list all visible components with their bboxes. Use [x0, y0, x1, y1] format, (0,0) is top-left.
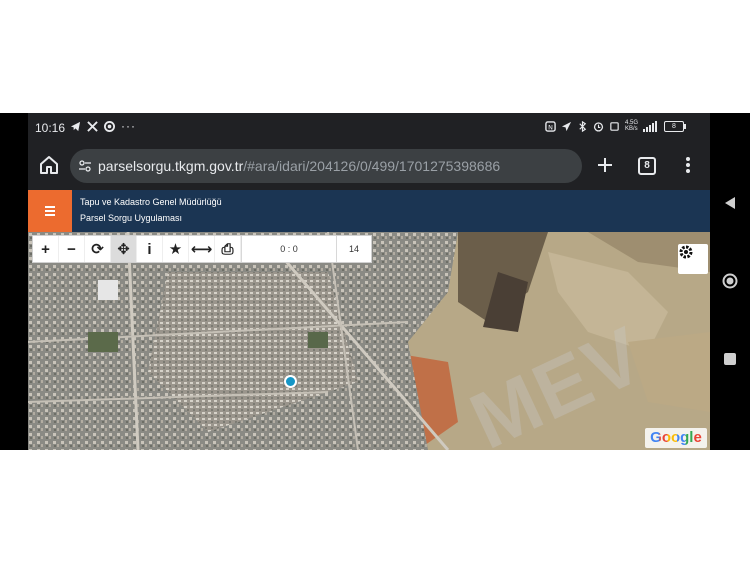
zoom-level-display: 14: [336, 236, 371, 262]
google-attribution: Google: [645, 428, 707, 448]
home-nav-icon[interactable]: [722, 273, 738, 289]
zoom-out-button[interactable]: −: [59, 236, 85, 262]
print-button[interactable]: ⎙: [215, 236, 241, 262]
gear-icon: [679, 245, 693, 259]
app-title: Tapu ve Kadastro Genel Müdürlüğü: [80, 197, 222, 207]
google-logo-text: Google: [650, 429, 702, 446]
url-path: /#ara/idari/204126/0/499/1701275398686: [243, 158, 501, 174]
phone-screen: 10:16 ··· N 4.5G KB/s 8 parselsorgu.tkgm.…: [28, 113, 710, 450]
bluetooth-icon: [579, 120, 587, 132]
status-time: 10:16: [35, 121, 66, 135]
coordinates-display: 0 : 0: [241, 236, 336, 262]
map-imagery: [28, 232, 710, 450]
more-notifications: ···: [121, 119, 136, 133]
telegram-icon: [70, 121, 81, 131]
svg-text:N: N: [548, 123, 553, 131]
site-settings-icon[interactable]: [78, 159, 92, 173]
refresh-button[interactable]: ⟳: [85, 236, 111, 262]
location-marker[interactable]: [284, 375, 297, 388]
url-text[interactable]: parselsorgu.tkgm.gov.tr/#ara/idari/20412…: [98, 158, 500, 174]
back-icon[interactable]: [722, 195, 738, 211]
locate-button[interactable]: ✥: [111, 236, 137, 262]
alarm-icon: [593, 121, 604, 132]
info-button[interactable]: i: [137, 236, 163, 262]
address-bar[interactable]: parselsorgu.tkgm.gov.tr/#ara/idari/20412…: [70, 149, 582, 183]
home-icon[interactable]: [38, 154, 60, 176]
web-page: Tapu ve Kadastro Genel Müdürlüğü Parsel …: [28, 190, 710, 450]
battery-icon: 8: [664, 120, 686, 132]
browser-toolbar: parselsorgu.tkgm.gov.tr/#ara/idari/20412…: [28, 143, 710, 189]
android-nav-bar: [710, 113, 750, 450]
vibrate-icon: [610, 121, 619, 131]
satellite-map[interactable]: MEV + − ⟳ ✥ i ★ ⟷ ⎙ 0 : 0 14 Google: [28, 232, 710, 450]
location-icon: [561, 121, 572, 131]
nfc-icon: N: [545, 120, 556, 132]
map-settings-button[interactable]: [678, 244, 708, 274]
new-tab-icon[interactable]: [594, 154, 616, 176]
measure-button[interactable]: ⟷: [189, 236, 215, 262]
screen-left-edge: [0, 113, 28, 450]
map-toolbar: + − ⟳ ✥ i ★ ⟷ ⎙ 0 : 0 14: [32, 235, 372, 263]
zoom-in-button[interactable]: +: [33, 236, 59, 262]
app-header: Tapu ve Kadastro Genel Müdürlüğü Parsel …: [28, 190, 710, 232]
app-subtitle: Parsel Sorgu Uygulaması: [80, 213, 183, 223]
signal-icon: [643, 120, 657, 132]
hamburger-icon: [45, 206, 55, 208]
favorite-button[interactable]: ★: [163, 236, 189, 262]
more-menu-icon[interactable]: [680, 154, 696, 176]
network-speed: 4.5G KB/s: [624, 120, 638, 132]
recents-icon[interactable]: [722, 351, 738, 367]
battery-level: 8: [672, 122, 676, 130]
chrome-icon: [104, 120, 115, 132]
status-bar: 10:16 ··· N 4.5G KB/s 8: [28, 113, 710, 141]
menu-button[interactable]: [28, 190, 72, 232]
tab-switcher-button[interactable]: 8: [638, 157, 656, 175]
url-host: parselsorgu.tkgm.gov.tr: [98, 158, 244, 174]
x-icon: [87, 120, 98, 132]
